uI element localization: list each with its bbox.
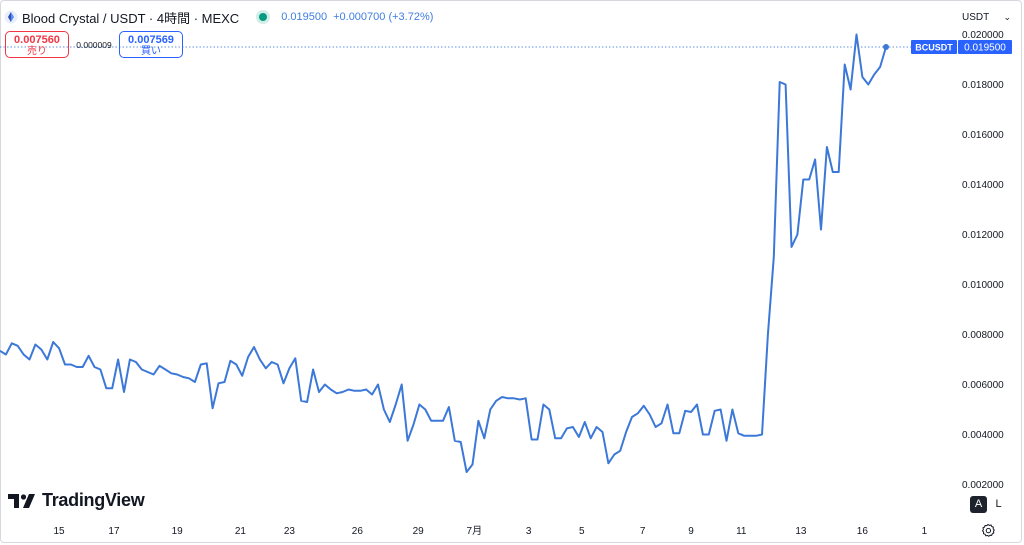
x-tick-label: 1 bbox=[922, 526, 928, 537]
symbol-tag: BCUSDT bbox=[915, 43, 953, 53]
brand-name: TradingView bbox=[42, 490, 145, 510]
symbol-title[interactable]: Blood Crystal / USDT · 4時間 · MEXC bbox=[22, 8, 239, 27]
last-price: 0.019500 bbox=[281, 11, 328, 23]
symbol-header: Blood Crystal / USDT · 4時間 · MEXC 0.0195… bbox=[4, 7, 433, 27]
y-tick-label: 0.010000 bbox=[962, 280, 1004, 291]
y-tick-label: 0.002000 bbox=[962, 480, 1004, 491]
blood-crystal-logo-icon bbox=[4, 10, 18, 24]
y-tick-label: 0.018000 bbox=[962, 80, 1004, 91]
sell-price: 0.007560 bbox=[14, 34, 60, 46]
currency-selector[interactable]: USDT ⌄ bbox=[956, 4, 1017, 30]
gear-icon[interactable] bbox=[980, 523, 996, 539]
y-tick-label: 0.006000 bbox=[962, 380, 1004, 391]
x-tick-label: 5 bbox=[579, 526, 585, 537]
x-tick-label: 16 bbox=[857, 526, 869, 537]
price-change: +0.000700 (+3.72%) bbox=[333, 11, 434, 23]
price-series-line[interactable] bbox=[0, 33, 887, 473]
market-open-status-icon bbox=[259, 13, 268, 21]
sell-button[interactable]: 0.007560 売り bbox=[5, 31, 69, 58]
buy-label: 買い bbox=[141, 46, 161, 57]
x-tick-label: 11 bbox=[736, 526, 747, 537]
y-tick-label: 0.008000 bbox=[962, 330, 1004, 341]
tradingview-logo-icon bbox=[8, 493, 35, 508]
buy-price: 0.007569 bbox=[128, 34, 174, 46]
y-tick-label: 0.004000 bbox=[962, 430, 1004, 441]
x-tick-label: 7 bbox=[640, 526, 646, 537]
x-tick-label: 3 bbox=[526, 526, 532, 537]
x-tick-label: 26 bbox=[352, 526, 364, 537]
last-price-dot bbox=[883, 44, 889, 50]
y-tick-label: 0.014000 bbox=[962, 180, 1004, 191]
x-tick-label: 23 bbox=[284, 526, 296, 537]
chevron-down-icon: ⌄ bbox=[1003, 11, 1011, 22]
x-tick-label: 19 bbox=[172, 526, 184, 537]
x-tick-label: 15 bbox=[54, 526, 66, 537]
sell-label: 売り bbox=[27, 46, 47, 57]
x-tick-label: 13 bbox=[795, 526, 807, 537]
y-tick-label: 0.012000 bbox=[962, 230, 1004, 241]
spread-value: 0.000009 bbox=[76, 39, 112, 50]
x-tick-label: 9 bbox=[688, 526, 694, 537]
y-tick-label: 0.020000 bbox=[962, 30, 1004, 41]
log-scale-button[interactable]: L bbox=[990, 496, 1007, 513]
y-tick-label: 0.016000 bbox=[962, 130, 1004, 141]
time-axis[interactable]: 15 17 19 21 23 26 29 7月 3 5 7 9 11 13 16 1 bbox=[54, 525, 928, 537]
x-tick-label: 7月 bbox=[467, 525, 483, 537]
x-tick-label: 21 bbox=[235, 526, 247, 537]
price-axis[interactable]: 0.020000 0.018000 0.016000 0.014000 0.012000… bbox=[962, 30, 1004, 491]
currency-value: USDT bbox=[962, 11, 990, 23]
trade-panel: 0.007560 売り 0.000009 0.007569 買い bbox=[5, 31, 183, 58]
x-tick-label: 29 bbox=[413, 526, 425, 537]
last-price-tag: 0.019500 bbox=[964, 43, 1006, 54]
auto-scale-button[interactable]: A bbox=[970, 496, 987, 513]
price-chart[interactable]: 0.020000 0.018000 0.016000 0.014000 0.012000… bbox=[0, 0, 1024, 545]
buy-button[interactable]: 0.007569 買い bbox=[119, 31, 183, 58]
x-tick-label: 17 bbox=[108, 526, 120, 537]
tradingview-brand[interactable]: TradingView bbox=[8, 490, 145, 511]
